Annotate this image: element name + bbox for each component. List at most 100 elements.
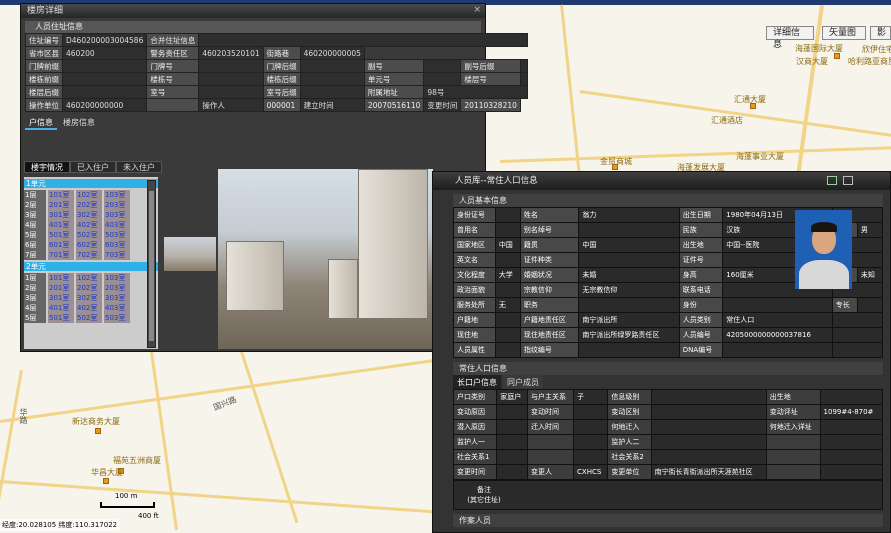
room-link[interactable]: 603室 [104,240,130,250]
room-link[interactable]: 202室 [76,283,102,293]
room-link[interactable]: 203室 [104,283,130,293]
room-link[interactable]: 103室 [104,190,130,200]
residence-label: 社会关系2 [607,449,652,465]
tab-household-members[interactable]: 同户成员 [503,375,543,389]
room-link[interactable]: 402室 [76,303,102,313]
field-value: 460200000000 [61,98,148,112]
field-value: 操作人 [198,98,264,112]
room-link[interactable]: 303室 [104,210,130,220]
tab-building-info[interactable]: 楼房信息 [59,116,99,130]
floor-label: 7层 [24,250,46,260]
room-link[interactable]: 502室 [76,230,102,240]
room-link[interactable]: 102室 [76,190,102,200]
building-thumbnail[interactable] [164,237,216,271]
table-row: 门牌前缀 门牌号 门牌后缀 副号 副号后缀 [25,59,528,73]
list-scrollbar[interactable] [147,180,156,348]
field-value [299,85,365,99]
detail-info-button[interactable]: 详细信息 [766,26,814,50]
tab-vacant[interactable]: 未入住户 [116,161,162,173]
field-label: 室号 [146,85,200,99]
room-link[interactable]: 301室 [48,293,74,303]
residence-label: 社会关系1 [452,449,498,465]
basic-value [722,297,833,313]
field-label: 楼层号 [460,72,521,86]
table-row: 服务处所无职务 身份 专长 [453,297,884,313]
field-label: 门牌前缀 [25,59,63,73]
poi-marker-icon[interactable] [103,478,109,484]
field-value [423,72,462,86]
table-row: 监护人一 监护人二 [452,434,884,450]
room-link[interactable]: 702室 [76,250,102,260]
tab-household[interactable]: 长口户信息 [453,375,501,389]
field-value: D460200003004586 [61,33,148,47]
basic-label: 指纹编号 [519,342,580,358]
room-link[interactable]: 401室 [48,303,74,313]
map-road [0,480,439,514]
room-link[interactable]: 203室 [104,200,130,210]
tab-occupied[interactable]: 已入住户 [70,161,116,173]
table-row: 潜入原因 迁入时间 何地迁入 何地迁入详址 [452,419,884,435]
field-value: 98号 [423,85,528,99]
image-map-button[interactable]: 影 [870,26,891,40]
room-link[interactable]: 501室 [48,313,74,323]
room-link[interactable]: 101室 [48,190,74,200]
room-link[interactable]: 502室 [76,313,102,323]
room-link[interactable]: 501室 [48,230,74,240]
room-link[interactable]: 403室 [104,303,130,313]
basic-value: 未婚 [578,267,680,283]
floor-label: 3层 [24,293,46,303]
room-link[interactable]: 602室 [76,240,102,250]
room-link[interactable]: 402室 [76,220,102,230]
export-icon[interactable] [827,176,837,185]
unit-header[interactable]: 1单元 [24,179,158,188]
room-link[interactable]: 601室 [48,240,74,250]
basic-label: 文化程度 [453,267,496,283]
floor-row: 4层 401室 402室 403室 [24,303,158,313]
room-link[interactable]: 503室 [104,230,130,240]
residence-value [496,419,528,435]
room-link[interactable]: 103室 [104,273,130,283]
room-link[interactable]: 301室 [48,210,74,220]
residence-value [819,464,884,480]
floor-row: 4层 401室 402室 403室 [24,220,158,230]
room-link[interactable]: 401室 [48,220,74,230]
close-icon[interactable]: × [473,5,481,15]
vector-map-button[interactable]: 矢量图 [822,26,866,40]
room-link[interactable]: 701室 [48,250,74,260]
field-value [423,59,462,73]
road-label: 华路 [19,408,28,424]
basic-value [578,342,680,358]
residence-label: 变动区别 [607,404,652,420]
basic-label: 证件种类 [519,252,580,268]
residence-value [496,404,528,420]
basic-label: DNA编号 [678,342,724,358]
unit-header[interactable]: 2单元 [24,262,158,271]
room-link[interactable]: 302室 [76,210,102,220]
room-link[interactable]: 403室 [104,220,130,230]
field-value [61,59,148,73]
room-link[interactable]: 303室 [104,293,130,303]
room-link[interactable]: 202室 [76,200,102,210]
room-link[interactable]: 101室 [48,273,74,283]
field-label: 20070516110 [363,98,425,112]
floor-label: 2层 [24,283,46,293]
print-icon[interactable] [843,176,853,185]
field-label: 楼栋号 [146,72,200,86]
room-link[interactable]: 201室 [48,200,74,210]
table-row: 楼栋前缀 楼栋号 楼栋后缀 单元号 楼层号 [25,72,528,86]
residence-label [526,434,575,450]
room-link[interactable]: 703室 [104,250,130,260]
tab-building-status[interactable]: 楼宇情况 [24,161,70,173]
room-link[interactable]: 503室 [104,313,130,323]
floor-label: 4层 [24,220,46,230]
unit-room-list[interactable]: 1单元 1层 101室 102室 103室 2层 201室 202室 203室 3层 301室 302… [24,177,158,349]
window-title: 楼房详细 [21,4,485,18]
poi-label: 金贸商城 [600,157,632,166]
residence-value [573,404,609,420]
tab-household-info[interactable]: 户信息 [25,116,57,130]
room-link[interactable]: 201室 [48,283,74,293]
room-link[interactable]: 302室 [76,293,102,303]
poi-marker-icon[interactable] [95,428,101,434]
room-link[interactable]: 102室 [76,273,102,283]
coordinate-readout: 经度:20.028105 纬度:110.317022 [0,519,120,531]
